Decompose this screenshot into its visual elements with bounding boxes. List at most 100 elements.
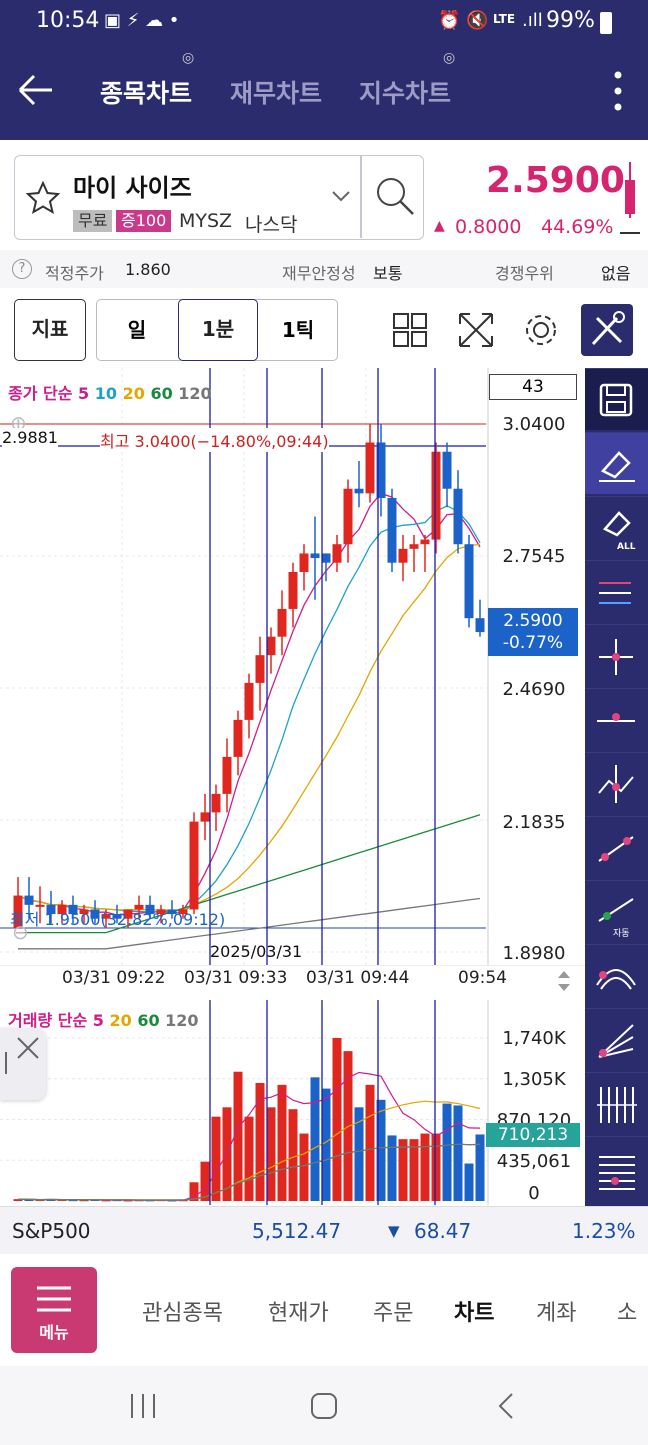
tab-index-chart[interactable]: 지수차트 xyxy=(359,74,451,110)
drawing-tools-button[interactable] xyxy=(581,304,633,356)
horizontal-line-icon xyxy=(597,713,635,722)
fan-lines-icon xyxy=(598,1024,634,1058)
volume-bar xyxy=(409,1139,419,1201)
ma-legend-prefix: 종가 단순 xyxy=(8,384,73,403)
stability-value: 보통 xyxy=(373,264,403,283)
cycle-lines-tool[interactable] xyxy=(585,1072,648,1134)
volume-bar xyxy=(398,1139,408,1201)
home-icon[interactable] xyxy=(309,1392,339,1420)
index-name: S&P500 xyxy=(12,1219,91,1243)
star-icon[interactable] xyxy=(25,180,61,216)
candle-body xyxy=(387,497,397,563)
fullscreen-icon[interactable] xyxy=(456,310,496,350)
candle-body xyxy=(310,553,320,559)
competition-value: 없음 xyxy=(601,264,631,283)
volume-bar xyxy=(288,1109,298,1201)
volume-bar xyxy=(310,1077,320,1201)
zoom-out-icon[interactable]: ⊖ xyxy=(12,920,29,944)
erase-all-icon: ALL xyxy=(602,511,636,552)
horizontal-line-tool[interactable] xyxy=(585,688,648,750)
search-icon[interactable] xyxy=(373,174,417,218)
chevron-down-icon[interactable] xyxy=(331,190,351,202)
tab-financial-chart[interactable]: 재무차트 xyxy=(230,74,322,110)
trend-line-tool[interactable] xyxy=(585,816,648,878)
down-arrow-icon: ▼ xyxy=(388,1222,400,1240)
volume-bar xyxy=(299,1133,309,1201)
period-1min-button[interactable]: 1분 xyxy=(178,299,258,361)
back-arrow-icon[interactable] xyxy=(16,72,56,108)
fair-price-value: 1.860 xyxy=(125,260,171,279)
price-tag-pct: -0.77% xyxy=(502,633,564,653)
high-label: 최고 3.0400(−14.80%,09:44) xyxy=(100,428,329,452)
candle-body xyxy=(299,553,309,572)
erase-all-tool[interactable]: ALL xyxy=(585,496,648,558)
recent-apps-icon[interactable] xyxy=(128,1392,158,1420)
free-badge: 무료 xyxy=(73,210,113,232)
fan-tool[interactable] xyxy=(585,1008,648,1070)
nav-order[interactable]: 주문 xyxy=(373,1295,413,1327)
back-icon[interactable] xyxy=(494,1392,518,1420)
crosshair-tool[interactable] xyxy=(585,624,648,686)
hcl-tool[interactable] xyxy=(585,560,648,622)
arc-tool[interactable] xyxy=(585,944,648,1006)
eraser-icon xyxy=(599,451,635,482)
candle-count-box[interactable]: 43 xyxy=(489,374,577,400)
vertical-line-tool[interactable] xyxy=(585,752,648,814)
ma-legend-120: 120 xyxy=(178,384,212,403)
current-price: 2.5900 xyxy=(486,160,625,201)
price-change: 0.8000 xyxy=(455,216,522,238)
auto-trend-tool[interactable]: 자동 xyxy=(585,880,648,942)
hcl-lines-icon xyxy=(599,582,631,604)
stock-name: 마이 사이즈 xyxy=(73,174,192,202)
vol-y-tick: 435,061 xyxy=(496,1151,572,1172)
fibonacci-tool[interactable] xyxy=(585,1136,648,1206)
eraser-tool[interactable] xyxy=(585,432,648,494)
divider xyxy=(360,156,362,238)
nav-account[interactable]: 계좌 xyxy=(536,1295,576,1327)
nav-more[interactable]: 소 xyxy=(617,1295,637,1327)
help-icon[interactable]: ? xyxy=(12,259,32,279)
competition-label: 경쟁우위 xyxy=(495,264,554,283)
settings-gear-icon[interactable] xyxy=(522,311,560,349)
volume-bar xyxy=(321,1088,331,1201)
y-tick: 2.4690 xyxy=(502,679,566,700)
side-drawer-handle[interactable] xyxy=(0,1028,46,1100)
crosshair-value: 2.9881 xyxy=(2,428,58,447)
more-vertical-icon[interactable] xyxy=(612,70,624,112)
period-1tick-button[interactable]: 1틱 xyxy=(258,301,338,359)
daily-candle-icon xyxy=(620,162,640,234)
vol-y-tick: 0 xyxy=(528,1183,540,1204)
x-tick: 03/31 09:22 xyxy=(62,968,166,988)
arc-icon xyxy=(596,969,636,990)
nav-watchlist[interactable]: 관심종목 xyxy=(142,1295,223,1327)
indicator-button[interactable]: 지표 xyxy=(14,299,86,361)
x-tick: 09:54 xyxy=(458,968,507,988)
tab-stock-chart[interactable]: 종목차트 xyxy=(100,74,192,110)
battery-icon xyxy=(600,12,612,34)
grid-layout-icon[interactable] xyxy=(392,312,428,348)
candle-body xyxy=(233,719,243,757)
low-label: 최저 1.9500(32.82%,09:12) xyxy=(10,910,226,929)
volume-bar xyxy=(35,1200,45,1202)
nav-current-price[interactable]: 현재가 xyxy=(268,1295,329,1327)
vol-y-tick: 1,305K xyxy=(502,1069,566,1090)
candle-body xyxy=(266,636,276,656)
candle-body xyxy=(409,544,419,549)
fair-price-label: 적정주가 xyxy=(45,264,104,283)
save-tool[interactable] xyxy=(585,368,648,430)
candle-body xyxy=(200,812,210,822)
nav-chart[interactable]: 차트 xyxy=(454,1295,494,1327)
volume-tag: 710,213 xyxy=(486,1123,580,1147)
trend-line-icon xyxy=(598,836,634,862)
stock-selector[interactable]: 마이 사이즈 무료 증100 MYSZ 나스닥 xyxy=(14,155,424,240)
volume-bar xyxy=(453,1105,463,1201)
scroll-updown-icon[interactable] xyxy=(556,968,572,994)
index-ticker-bar[interactable]: S&P500 5,512.47 ▼ 68.47 1.23% xyxy=(0,1206,648,1254)
price-chart[interactable] xyxy=(0,368,585,965)
volume-bar xyxy=(464,1163,474,1201)
volume-bar xyxy=(431,1133,441,1201)
stock-market: 나스닥 xyxy=(245,214,298,236)
stability-label: 재무안정성 xyxy=(282,264,356,283)
menu-button[interactable]: 메뉴 xyxy=(11,1267,97,1353)
period-day-button[interactable]: 일 xyxy=(98,301,176,359)
